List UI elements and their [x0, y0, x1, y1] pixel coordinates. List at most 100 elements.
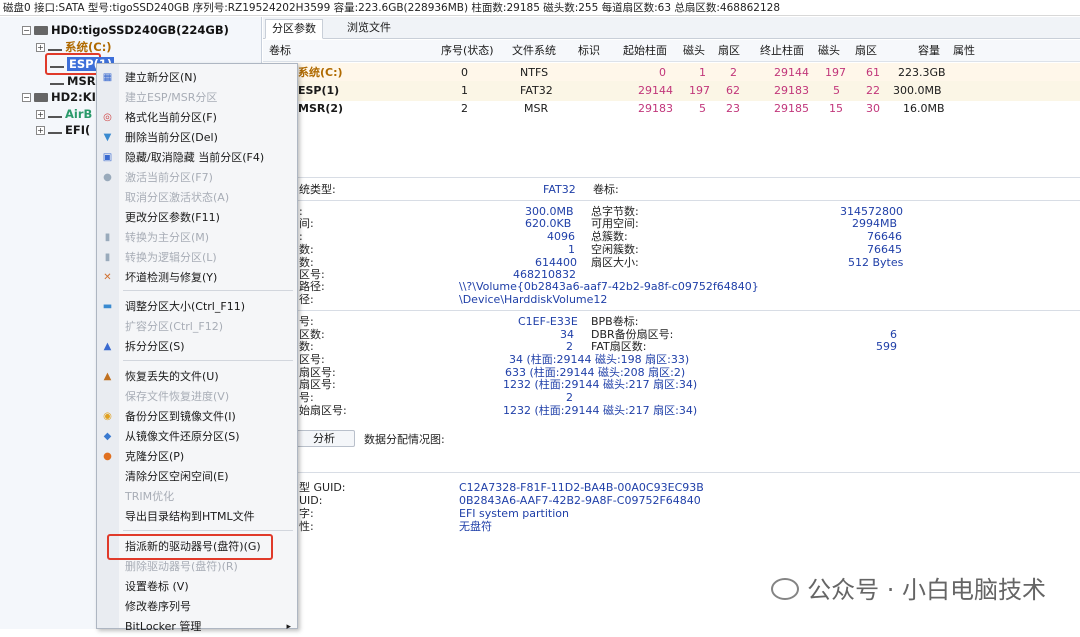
disk-icon: [34, 26, 48, 35]
hide-icon: ▣: [101, 152, 114, 164]
delete-icon: ▼: [101, 132, 114, 144]
tree-item-airb[interactable]: +AirB: [36, 106, 92, 122]
col-header[interactable]: 标识: [578, 40, 600, 62]
tree-disk2[interactable]: −HD2:KI: [22, 89, 96, 105]
menu-item-label: 保存文件恢复进度(V): [125, 387, 229, 407]
menu-item: 保存文件恢复进度(V): [97, 387, 297, 407]
format-icon: ◎: [101, 112, 114, 124]
menu-item: ● 激活当前分区(F7): [97, 168, 297, 188]
col-header[interactable]: 容量: [918, 40, 940, 62]
menu-item[interactable]: ▦建立新分区(N): [97, 68, 297, 88]
menu-item[interactable]: ▬调整分区大小(Ctrl_F11): [97, 297, 297, 317]
table-header: 卷标 序号(状态) 文件系统 标识 起始柱面 磁头 扇区 终止柱面 磁头 扇区 …: [263, 40, 1080, 62]
menu-item[interactable]: 更改分区参数(F11): [97, 208, 297, 228]
menu-item[interactable]: ▣ 隐藏/取消隐藏 当前分区(F4): [97, 148, 297, 168]
menu-item[interactable]: ▲拆分分区(S): [97, 337, 297, 357]
expand-icon[interactable]: +: [36, 43, 45, 52]
menu-item[interactable]: ◎ 格式化当前分区(F): [97, 108, 297, 128]
volume-icon: [48, 128, 62, 134]
col-header[interactable]: 起始柱面: [623, 40, 667, 62]
col-header[interactable]: 磁头: [818, 40, 840, 62]
watermark: 公众号 · 小白电脑技术: [771, 570, 1046, 605]
menu-item: 取消分区激活状态(A): [97, 188, 297, 208]
table-row[interactable]: ESP(1) 1 FAT32 29144 197 62 29183 5 22 3…: [263, 81, 1080, 101]
menu-item-label: 设置卷标 (V): [125, 577, 189, 597]
menu-item: 删除驱动器号(盘符)(R): [97, 557, 297, 577]
menu-item[interactable]: BitLocker 管理▸: [97, 617, 297, 637]
restore-icon: ◆: [101, 431, 114, 443]
menu-item-label: 删除驱动器号(盘符)(R): [125, 557, 238, 577]
menu-item-label: 备份分区到镜像文件(I): [125, 407, 236, 427]
col-header[interactable]: 扇区: [718, 40, 740, 62]
split-icon: ▲: [101, 341, 114, 353]
tree-disk0[interactable]: −HD0:tigoSSD240GB(224GB): [22, 22, 229, 38]
submenu-arrow-icon: ▸: [286, 617, 291, 637]
table-row[interactable]: 系统(C:) 0 NTFS 0 1 2 29144 197 61 223.3GB: [263, 63, 1080, 83]
menu-item-label: 坏道检测与修复(Y): [125, 268, 217, 288]
menu-item[interactable]: 导出目录结构到HTML文件: [97, 507, 297, 527]
wechat-icon: [771, 578, 799, 600]
menu-item[interactable]: ▼ 删除当前分区(Del): [97, 128, 297, 148]
col-header[interactable]: 扇区: [855, 40, 877, 62]
menu-item-label: 从镜像文件还原分区(S): [125, 427, 240, 447]
collapse-icon[interactable]: −: [22, 93, 31, 102]
tree-item-efi[interactable]: +EFI(: [36, 122, 90, 138]
context-menu: ▦建立新分区(N)建立ESP/MSR分区 ◎ 格式化当前分区(F) ▼ 删除当前分区(D…: [96, 63, 298, 629]
menu-item: ▮转换为逻辑分区(L): [97, 248, 297, 268]
partition-panel: 分区参数 浏览文件 卷标 序号(状态) 文件系统 标识 起始柱面 磁头 扇区 终…: [263, 17, 1080, 629]
tab-partition-params[interactable]: 分区参数: [265, 19, 323, 39]
menu-item-label: 修改卷序列号: [125, 597, 191, 617]
menu-item-label: 建立ESP/MSR分区: [125, 88, 217, 108]
convert-logical-icon: ▮: [101, 252, 114, 264]
menu-item-label: 清除分区空闲空间(E): [125, 467, 229, 487]
backup-icon: ◉: [101, 411, 114, 423]
menu-item-label: 克隆分区(P): [125, 447, 184, 467]
assign-drive-letter-highlight: [107, 534, 273, 560]
menu-item-label: 转换为主分区(M): [125, 228, 209, 248]
menu-item: 建立ESP/MSR分区: [97, 88, 297, 108]
menu-item[interactable]: ✕坏道检测与修复(Y): [97, 268, 297, 288]
clone-icon: ●: [101, 451, 114, 463]
volume-icon: [50, 62, 64, 68]
menu-item-label: 更改分区参数(F11): [125, 208, 220, 228]
menu-item[interactable]: ● 克隆分区(P): [97, 447, 297, 467]
menu-item-label: 激活当前分区(F7): [125, 168, 213, 188]
menu-item: 扩容分区(Ctrl_F12): [97, 317, 297, 337]
expand-icon[interactable]: +: [36, 126, 45, 135]
col-header[interactable]: 卷标: [269, 40, 291, 62]
menu-item[interactable]: 修改卷序列号: [97, 597, 297, 617]
menu-item: ▮ 转换为主分区(M): [97, 228, 297, 248]
menu-item-label: 导出目录结构到HTML文件: [125, 507, 255, 527]
menu-separator: [123, 360, 293, 361]
menu-item[interactable]: 清除分区空闲空间(E): [97, 467, 297, 487]
col-header[interactable]: 终止柱面: [760, 40, 804, 62]
tab-browse-files[interactable]: 浏览文件: [341, 19, 397, 39]
tree-item-msr[interactable]: MSR(: [50, 73, 101, 89]
volume-icon: [50, 79, 64, 85]
col-header[interactable]: 磁头: [683, 40, 705, 62]
volume-icon: [48, 112, 62, 118]
menu-item-label: TRIM优化: [125, 487, 174, 507]
analyze-button[interactable]: 分析: [293, 430, 355, 447]
expand-icon[interactable]: +: [36, 110, 45, 119]
disk-info-bar: 磁盘0 接口:SATA 型号:tigoSSD240GB 序列号:RZ195242…: [0, 0, 1080, 16]
activate-icon: ●: [101, 172, 114, 184]
menu-item-label: 隐藏/取消隐藏 当前分区(F4): [125, 148, 264, 168]
convert-primary-icon: ▮: [101, 232, 114, 244]
menu-item-label: 恢复丢失的文件(U): [125, 367, 219, 387]
menu-item-label: 建立新分区(N): [125, 68, 197, 88]
menu-item: TRIM优化: [97, 487, 297, 507]
resize-icon: ▬: [101, 301, 114, 313]
col-header[interactable]: 属性: [953, 40, 975, 62]
menu-item[interactable]: ◆ 从镜像文件还原分区(S): [97, 427, 297, 447]
collapse-icon[interactable]: −: [22, 26, 31, 35]
col-header[interactable]: 序号(状态): [441, 40, 494, 62]
table-row[interactable]: MSR(2) 2 MSR 29183 5 23 29185 15 30 16.0…: [263, 99, 1080, 119]
col-header[interactable]: 文件系统: [512, 40, 556, 62]
menu-item-label: 格式化当前分区(F): [125, 108, 217, 128]
menu-item[interactable]: ▲恢复丢失的文件(U): [97, 367, 297, 387]
menu-item-label: 扩容分区(Ctrl_F12): [125, 317, 223, 337]
menu-item[interactable]: ◉ 备份分区到镜像文件(I): [97, 407, 297, 427]
menu-item-label: 删除当前分区(Del): [125, 128, 218, 148]
menu-item[interactable]: 设置卷标 (V): [97, 577, 297, 597]
